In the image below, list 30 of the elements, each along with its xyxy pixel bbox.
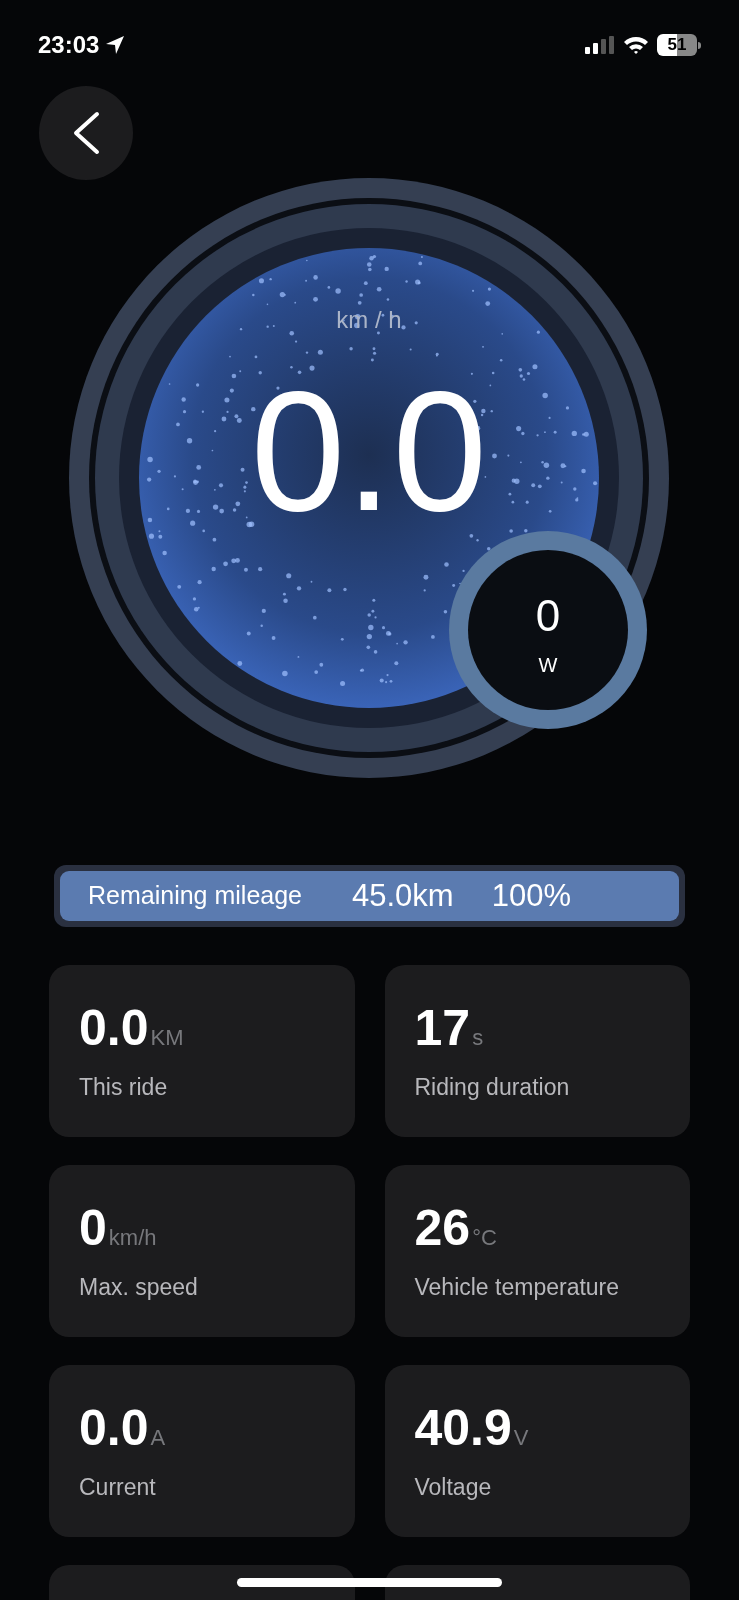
stat-unit: °C xyxy=(472,1224,497,1252)
stat-value: 0 xyxy=(79,1203,107,1253)
stat-value: 0.0 xyxy=(79,1403,149,1453)
stat-label: Voltage xyxy=(414,1473,493,1502)
stat-label: This ride xyxy=(79,1073,169,1102)
stat-unit: km/h xyxy=(108,1224,157,1252)
speed-value: 0.0 xyxy=(249,366,489,536)
stat-unit: V xyxy=(513,1424,529,1452)
power-value: 0 xyxy=(534,594,562,638)
stat-label: Current xyxy=(79,1473,157,1502)
power-unit: W xyxy=(537,653,559,678)
speed-unit: km / h xyxy=(335,305,403,335)
stat-unit: A xyxy=(150,1424,166,1452)
battery-percent: 100% xyxy=(491,876,571,915)
wifi-icon xyxy=(623,36,649,54)
signal-icon xyxy=(585,36,615,54)
stat-unit: s xyxy=(472,1024,484,1052)
stat-value: 26 xyxy=(414,1203,471,1253)
back-chevron-icon xyxy=(71,111,101,155)
stat-value: 40.9 xyxy=(414,1403,512,1453)
mileage-label: Remaining mileage xyxy=(88,880,302,912)
mileage-distance: 45.0km xyxy=(352,876,454,915)
stat-unit: KM xyxy=(150,1024,184,1052)
status-time: 23:03 xyxy=(38,30,100,60)
stat-label: Max. speed xyxy=(79,1273,199,1302)
location-arrow-icon xyxy=(105,35,126,55)
stat-value: 17 xyxy=(414,1003,471,1053)
stat-label: Vehicle temperature xyxy=(414,1273,621,1302)
stat-label: Riding duration xyxy=(414,1073,571,1102)
stat-value: 0.0 xyxy=(79,1003,149,1053)
